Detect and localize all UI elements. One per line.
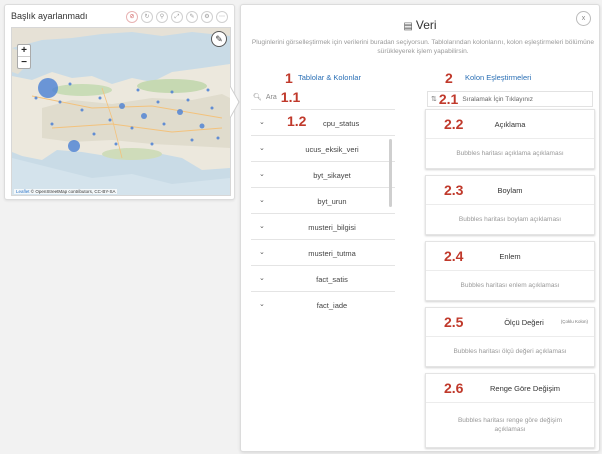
settings-icon[interactable]: ⚙ <box>201 11 213 23</box>
search-number: 1.1 <box>280 89 301 105</box>
drag-handle-icon[interactable] <box>230 86 240 118</box>
chevron-down-icon[interactable]: ⌄ <box>259 300 265 308</box>
table-name: fact_iade <box>316 301 348 310</box>
tables-section-label: Tablolar & Kolonlar <box>298 73 361 82</box>
table-list-scrollbar[interactable] <box>389 139 392 207</box>
chevron-down-icon[interactable]: ⌄ <box>259 144 265 152</box>
pencil-icon[interactable]: ✎ <box>211 31 227 47</box>
map-title: Başlık ayarlanmadı <box>11 11 88 21</box>
table-row[interactable]: ⌄ byt_sikayet <box>251 162 395 188</box>
more-icon[interactable]: ⋯ <box>216 11 228 23</box>
table-row[interactable]: ⌄ ucus_eksik_veri <box>251 136 395 162</box>
mapping-hint: Bubbles haritası enlem açıklaması <box>460 282 560 289</box>
mapping-dropzone-color[interactable]: 2.6 Renge Göre Değişim Bubbles haritası … <box>425 373 595 448</box>
sort-label: Sıralamak İçin Tıklayınız <box>462 95 534 103</box>
sort-number: 2.1 <box>438 91 459 107</box>
map-toolbar: ⊘ ↻ ⚲ ⤢ ✎ ⚙ ⋯ <box>126 11 228 23</box>
mapping-dropzone-latitude[interactable]: 2.4 Enlem Bubbles haritası enlem açıklam… <box>425 241 595 301</box>
mapping-header: 2.4 Enlem <box>426 242 594 271</box>
mapping-dropzone-measure[interactable]: 2.5 Ölçü Değeri (Çoklu Kolon) Bubbles ha… <box>425 307 595 367</box>
table-name: byt_sikayet <box>313 171 351 180</box>
mapping-hint: Bubbles haritası ölçü değeri açıklaması <box>453 348 567 355</box>
mapping-header: 2.6 Renge Göre Değişim <box>426 374 594 403</box>
mapping-list: 2.2 Açıklama Bubbles haritası açıklama a… <box>425 109 595 454</box>
mapping-label: Boylam <box>497 186 523 195</box>
table-name: ucus_eksik_veri <box>305 145 359 154</box>
map-tiles <box>12 28 230 195</box>
table-row[interactable]: ⌄ byt_urun <box>251 188 395 214</box>
database-icon: ▤ <box>403 21 413 32</box>
search-input[interactable]: Ara <box>266 94 277 101</box>
mapping-label: Açıklama <box>494 120 526 129</box>
chevron-down-icon[interactable]: ⌄ <box>259 118 265 126</box>
mapping-header: 2.5 Ölçü Değeri (Çoklu Kolon) <box>426 308 594 337</box>
table-name: fact_satis <box>316 275 348 284</box>
chevron-down-icon[interactable]: ⌄ <box>259 248 265 256</box>
expand-icon[interactable]: ⤢ <box>171 11 183 23</box>
mapping-dropzone-description[interactable]: 2.2 Açıklama Bubbles haritası açıklama a… <box>425 109 595 169</box>
panel-description: Pluginlerini görselleştirmek için verile… <box>251 39 595 55</box>
zoom-in-button[interactable]: + <box>18 45 30 56</box>
chevron-down-icon[interactable]: ⌄ <box>259 222 265 230</box>
panel-title: ▤ Veri <box>241 18 599 32</box>
mapping-hint: Bubbles haritası boylam açıklaması <box>458 216 562 223</box>
chevron-down-icon[interactable]: ⌄ <box>259 196 265 204</box>
table-row[interactable]: ⌄ fact_satis <box>251 266 395 292</box>
tables-section-number: 1 <box>285 70 293 86</box>
bubble-map[interactable]: + − ✎ Leaflet © OpenStreetMap contributo… <box>11 27 231 196</box>
chevron-down-icon[interactable]: ⌄ <box>259 274 265 282</box>
table-row[interactable]: ⌄ musteri_bilgisi <box>251 214 395 240</box>
map-attribution: Leaflet © OpenStreetMap contributors, CC… <box>14 189 118 194</box>
table-row[interactable]: ⌄ 1.2 cpu_status <box>251 110 395 136</box>
table-list: ⌄ 1.2 cpu_status ⌄ ucus_eksik_veri ⌄ byt… <box>251 109 395 316</box>
multi-column-tag: (Çoklu Kolon) <box>560 319 588 324</box>
mapping-hint: Bubbles haritası renge göre değişim açık… <box>457 417 563 433</box>
table-search[interactable]: 🔍︎ Ara 1.1 <box>253 89 389 105</box>
zoom-out-button[interactable]: − <box>18 56 30 68</box>
filter-icon[interactable]: ⊘ <box>126 11 138 23</box>
mapping-label: Renge Göre Değişim <box>489 384 561 393</box>
refresh-icon[interactable]: ↻ <box>141 11 153 23</box>
zoom-control: + − <box>17 44 31 69</box>
search-icon: 🔍︎ <box>253 94 262 101</box>
table-row[interactable]: ⌄ musteri_tutma <box>251 240 395 266</box>
data-panel: x ▤ Veri Pluginlerini görselleştirmek içi… <box>240 4 600 452</box>
mapping-hint: Bubbles haritası açıklama açıklaması <box>456 150 564 157</box>
mapping-section-label: Kolon Eşleştirmeleri <box>465 73 532 82</box>
search-icon[interactable]: ⚲ <box>156 11 168 23</box>
table-name: byt_urun <box>317 197 347 206</box>
map-widget: Başlık ayarlanmadı ⊘ ↻ ⚲ ⤢ ✎ ⚙ ⋯ + − ✎ L… <box>4 4 235 200</box>
leaflet-link[interactable]: Leaflet <box>16 189 30 194</box>
mapping-header: 2.2 Açıklama <box>426 110 594 139</box>
table-name: cpu_status <box>323 119 360 128</box>
mapping-dropzone-longitude[interactable]: 2.3 Boylam Bubbles haritası boylam açıkl… <box>425 175 595 235</box>
mapping-label: Enlem <box>499 252 521 261</box>
mapping-header: 2.3 Boylam <box>426 176 594 205</box>
chevron-down-icon[interactable]: ⌄ <box>259 170 265 178</box>
osm-attribution: © OpenStreetMap contributors, CC-BY-SA <box>30 189 116 194</box>
sort-bar[interactable]: ⇅ 2.1 Sıralamak İçin Tıklayınız <box>427 91 593 107</box>
panel-title-text: Veri <box>415 18 437 32</box>
table-row[interactable]: ⌄ fact_iade <box>251 292 395 316</box>
table-name: musteri_tutma <box>308 249 356 258</box>
edit-icon[interactable]: ✎ <box>186 11 198 23</box>
table-name: musteri_bilgisi <box>308 223 356 232</box>
mapping-section-number: 2 <box>445 70 453 86</box>
sort-icon: ⇅ <box>431 96 437 103</box>
